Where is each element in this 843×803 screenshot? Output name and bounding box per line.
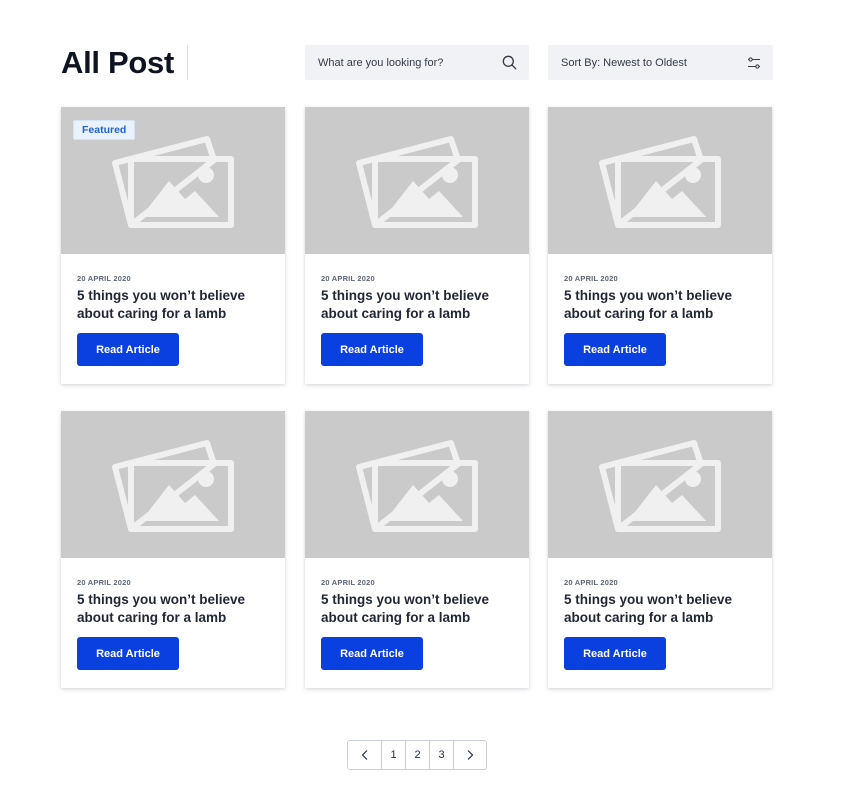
search-input[interactable]: What are you looking for?	[305, 45, 529, 80]
prev-page-button[interactable]	[348, 741, 381, 769]
article-card: 20 APRIL 2020 5 things you won’t believe…	[305, 411, 529, 688]
article-title[interactable]: 5 things you won’t believe about caring …	[77, 591, 272, 627]
article-card: 20 APRIL 2020 5 things you won’t believe…	[305, 107, 529, 384]
article-title[interactable]: 5 things you won’t believe about caring …	[564, 591, 759, 627]
article-title[interactable]: 5 things you won’t believe about caring …	[321, 287, 516, 323]
page-number-1[interactable]: 1	[381, 741, 405, 769]
article-title[interactable]: 5 things you won’t believe about caring …	[564, 287, 759, 323]
filter-sliders-icon[interactable]	[747, 56, 761, 69]
article-date: 20 APRIL 2020	[564, 274, 618, 283]
article-card: 20 APRIL 2020 5 things you won’t believe…	[548, 107, 772, 384]
image-placeholder-icon	[109, 133, 237, 229]
article-date: 20 APRIL 2020	[321, 578, 375, 587]
article-title[interactable]: 5 things you won’t believe about caring …	[321, 591, 516, 627]
title-divider	[187, 45, 188, 80]
read-article-button[interactable]: Read Article	[564, 333, 666, 366]
article-date: 20 APRIL 2020	[564, 578, 618, 587]
sort-label: Sort By: Newest to Oldest	[561, 56, 687, 69]
article-date: 20 APRIL 2020	[321, 274, 375, 283]
image-placeholder-icon	[596, 133, 724, 229]
article-date: 20 APRIL 2020	[77, 274, 131, 283]
article-card: Featured 20 APRIL 2020 5 things you won’…	[61, 107, 285, 384]
read-article-button[interactable]: Read Article	[77, 333, 179, 366]
page-number-3[interactable]: 3	[429, 741, 453, 769]
read-article-button[interactable]: Read Article	[564, 637, 666, 670]
next-page-button[interactable]	[453, 741, 486, 769]
read-article-button[interactable]: Read Article	[321, 333, 423, 366]
read-article-button[interactable]: Read Article	[321, 637, 423, 670]
chevron-left-icon	[361, 750, 367, 760]
featured-badge: Featured	[73, 120, 136, 140]
page-title: All Post	[61, 45, 175, 80]
image-placeholder-icon	[596, 437, 724, 533]
chevron-right-icon	[467, 750, 474, 760]
sort-dropdown[interactable]: Sort By: Newest to Oldest	[548, 45, 773, 80]
article-card: 20 APRIL 2020 5 things you won’t believe…	[548, 411, 772, 688]
article-image	[305, 107, 529, 254]
pagination: 1 2 3	[347, 740, 487, 770]
article-title[interactable]: 5 things you won’t believe about caring …	[77, 287, 272, 323]
image-placeholder-icon	[353, 133, 481, 229]
article-card: 20 APRIL 2020 5 things you won’t believe…	[61, 411, 285, 688]
article-date: 20 APRIL 2020	[77, 578, 131, 587]
image-placeholder-icon	[109, 437, 237, 533]
page-number-2[interactable]: 2	[405, 741, 429, 769]
search-placeholder: What are you looking for?	[318, 56, 444, 69]
search-icon[interactable]	[502, 55, 517, 70]
article-image	[61, 411, 285, 558]
article-image	[548, 411, 772, 558]
read-article-button[interactable]: Read Article	[77, 637, 179, 670]
article-image	[548, 107, 772, 254]
article-image	[305, 411, 529, 558]
image-placeholder-icon	[353, 437, 481, 533]
